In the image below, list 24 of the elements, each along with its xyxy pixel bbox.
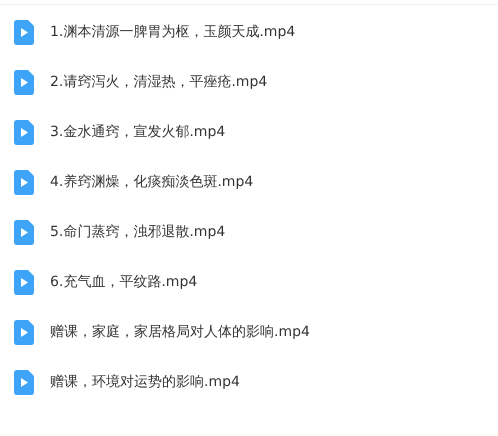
video-file-icon [14,320,34,344]
file-name: 2.请窍泻火，清湿热，平痤疮.mp4 [50,73,268,91]
video-file-icon [14,220,34,244]
video-file-icon [14,270,34,294]
file-name: 3.金水通窍，宣发火郁.mp4 [50,123,226,141]
file-item[interactable]: 赠课，家庭，家居格局对人体的影响.mp4 [0,307,498,357]
file-name: 赠课，环境对运势的影响.mp4 [50,373,240,391]
video-file-icon [14,20,34,44]
video-file-icon [14,370,34,394]
file-name: 赠课，家庭，家居格局对人体的影响.mp4 [50,323,310,341]
file-item[interactable]: 5.命门蒸窍，浊邪退散.mp4 [0,207,498,257]
file-item[interactable]: 1.渊本清源一脾胃为枢，玉颜天成.mp4 [0,7,498,57]
file-item[interactable]: 4.养窍渊燥，化痰痴淡色斑.mp4 [0,157,498,207]
file-item[interactable]: 3.金水通窍，宣发火郁.mp4 [0,107,498,157]
file-name: 6.充气血，平纹路.mp4 [50,273,198,291]
video-file-icon [14,170,34,194]
file-name: 1.渊本清源一脾胃为枢，玉颜天成.mp4 [50,23,296,41]
video-file-icon [14,70,34,94]
file-name: 5.命门蒸窍，浊邪退散.mp4 [50,223,226,241]
file-item[interactable]: 6.充气血，平纹路.mp4 [0,257,498,307]
file-item[interactable]: 2.请窍泻火，清湿热，平痤疮.mp4 [0,57,498,107]
video-file-icon [14,120,34,144]
file-item[interactable]: 赠课，环境对运势的影响.mp4 [0,357,498,407]
file-name: 4.养窍渊燥，化痰痴淡色斑.mp4 [50,173,254,191]
